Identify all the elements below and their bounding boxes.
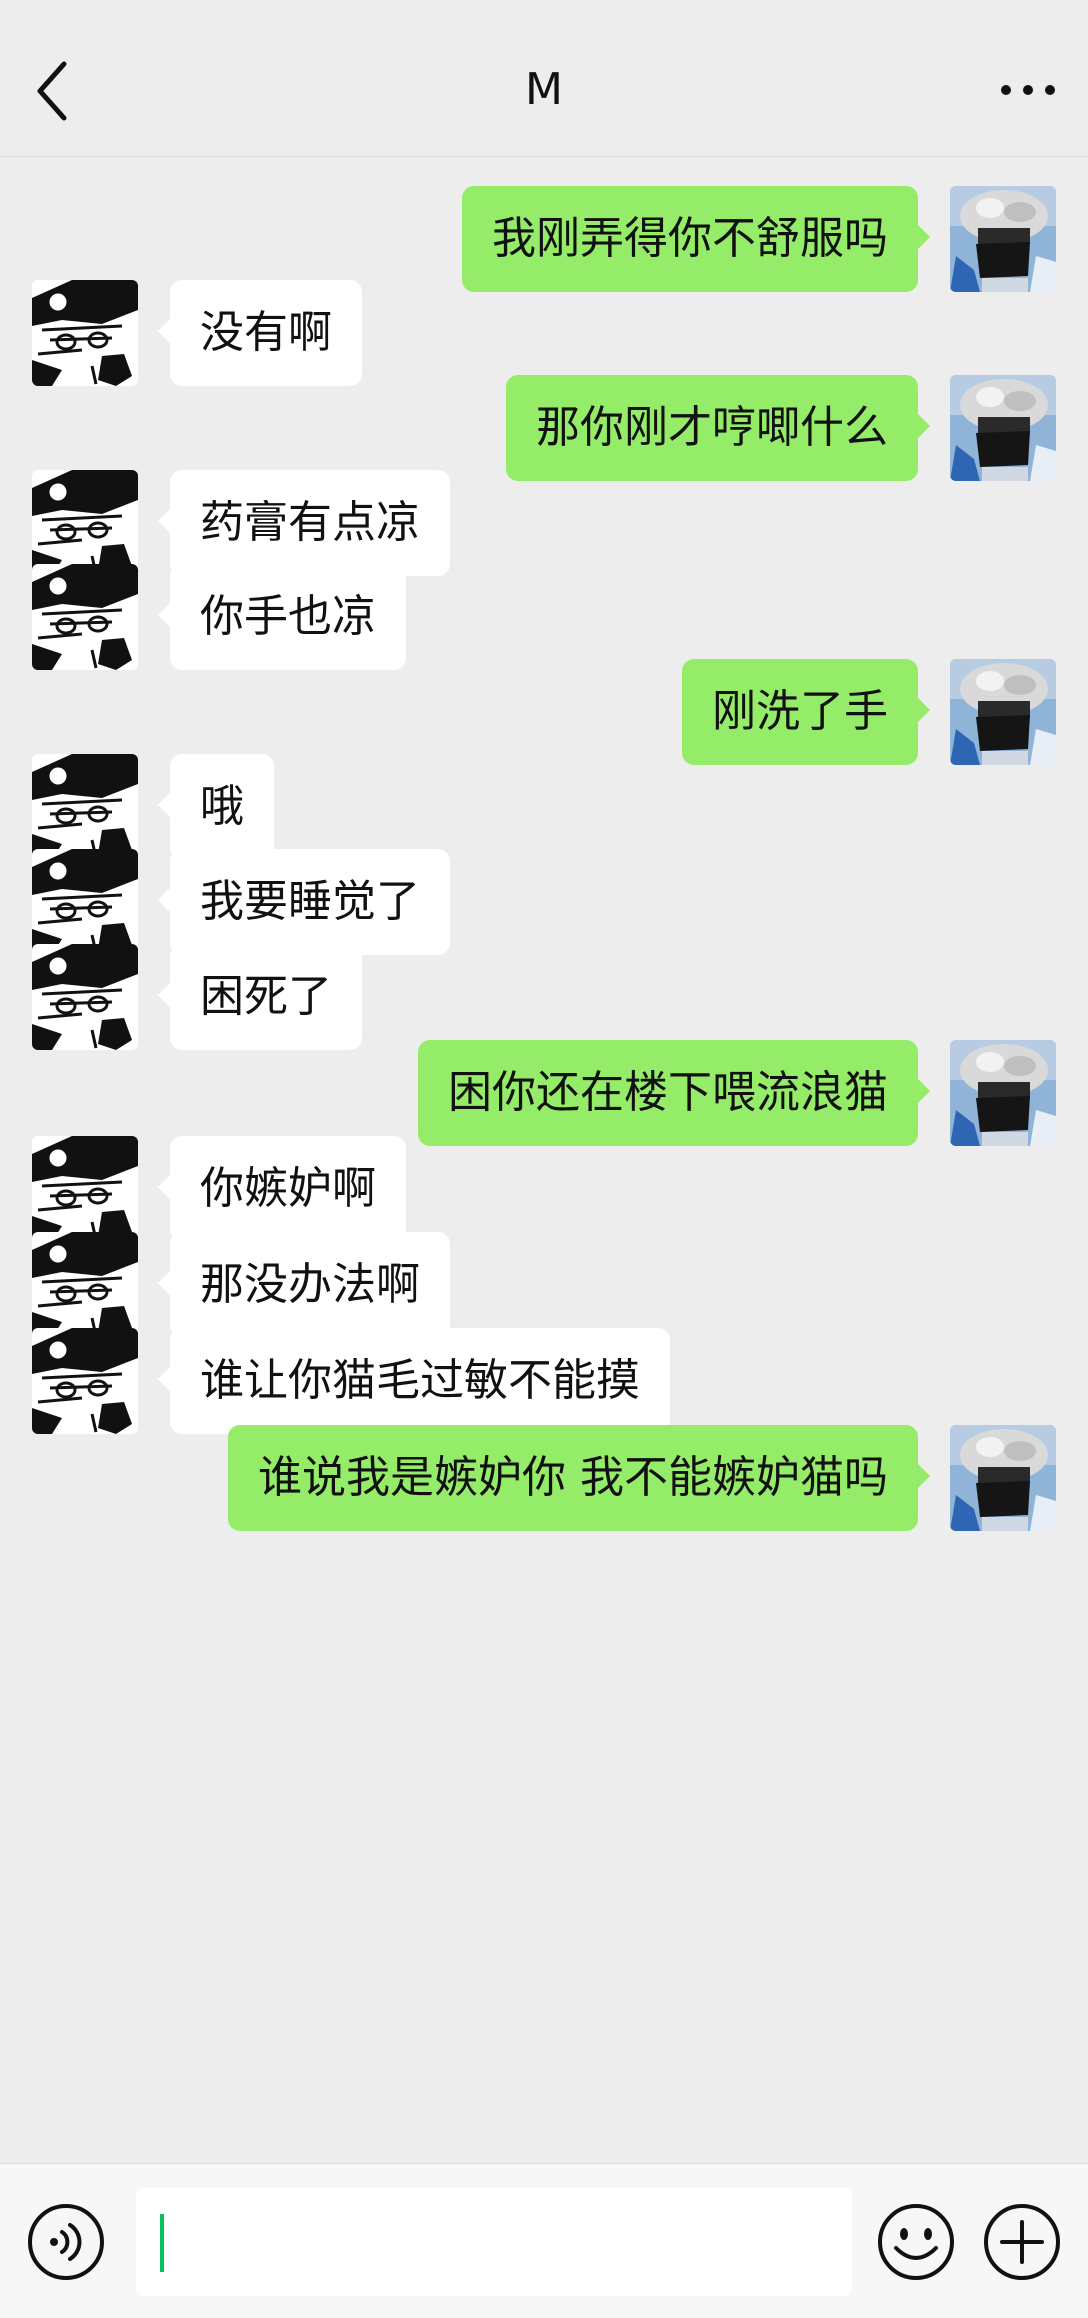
received-message-bubble[interactable]: 你手也凉	[158, 564, 406, 670]
message-row: 药膏有点凉	[0, 470, 1088, 578]
contact-avatar[interactable]	[32, 280, 138, 386]
received-message-bubble[interactable]: 我要睡觉了	[158, 849, 450, 955]
message-row: 那你刚才哼唧什么	[0, 375, 1088, 483]
my-avatar[interactable]	[950, 1040, 1056, 1146]
contact-avatar[interactable]	[32, 1232, 138, 1338]
received-message-bubble[interactable]: 药膏有点凉	[158, 470, 450, 576]
received-message-bubble[interactable]: 谁让你猫毛过敏不能摸	[158, 1328, 670, 1434]
received-message-bubble[interactable]: 困死了	[158, 944, 362, 1050]
message-row: 那没办法啊	[0, 1232, 1088, 1340]
contact-avatar[interactable]	[32, 849, 138, 955]
contact-avatar[interactable]	[32, 754, 138, 860]
voice-icon[interactable]	[26, 2202, 106, 2282]
sent-message-bubble[interactable]: 刚洗了手	[682, 659, 930, 765]
input-toolbar	[0, 2163, 1088, 2318]
contact-avatar[interactable]	[32, 564, 138, 670]
plus-icon[interactable]	[982, 2202, 1062, 2282]
sent-message-bubble[interactable]: 我刚弄得你不舒服吗	[462, 186, 930, 292]
contact-avatar[interactable]	[32, 1328, 138, 1434]
chat-title: M	[525, 64, 563, 115]
message-input[interactable]	[136, 2188, 852, 2296]
sent-message-bubble[interactable]: 谁说我是嫉妒你 我不能嫉妒猫吗	[228, 1425, 930, 1531]
my-avatar[interactable]	[950, 1425, 1056, 1531]
message-list[interactable]: 我刚弄得你不舒服吗 没有啊 那你刚才哼唧什么 药膏有点凉 你手也凉 刚洗了手 哦…	[0, 156, 1088, 2142]
message-row: 谁让你猫毛过敏不能摸	[0, 1328, 1088, 1436]
message-row: 谁说我是嫉妒你 我不能嫉妒猫吗	[0, 1425, 1088, 1533]
received-message-bubble[interactable]: 哦	[158, 754, 274, 860]
sent-message-bubble[interactable]: 困你还在楼下喂流浪猫	[418, 1040, 930, 1146]
contact-avatar[interactable]	[32, 1136, 138, 1242]
my-avatar[interactable]	[950, 659, 1056, 765]
received-message-bubble[interactable]: 没有啊	[158, 280, 362, 386]
message-row: 你嫉妒啊	[0, 1136, 1088, 1244]
text-cursor	[160, 2214, 164, 2272]
message-row: 哦	[0, 754, 1088, 862]
emoji-icon[interactable]	[876, 2202, 956, 2282]
received-message-bubble[interactable]: 那没办法啊	[158, 1232, 450, 1338]
message-row: 我要睡觉了	[0, 849, 1088, 957]
message-row: 我刚弄得你不舒服吗	[0, 186, 1088, 294]
message-row: 困你还在楼下喂流浪猫	[0, 1040, 1088, 1148]
more-options-icon[interactable]	[998, 70, 1058, 110]
sent-message-bubble[interactable]: 那你刚才哼唧什么	[506, 375, 930, 481]
my-avatar[interactable]	[950, 375, 1056, 481]
my-avatar[interactable]	[950, 186, 1056, 292]
message-row: 困死了	[0, 944, 1088, 1052]
contact-avatar[interactable]	[32, 944, 138, 1050]
contact-avatar[interactable]	[32, 470, 138, 576]
message-row: 你手也凉	[0, 564, 1088, 672]
message-row: 没有啊	[0, 280, 1088, 388]
chat-header: M	[0, 0, 1088, 157]
received-message-bubble[interactable]: 你嫉妒啊	[158, 1136, 406, 1242]
message-row: 刚洗了手	[0, 659, 1088, 767]
